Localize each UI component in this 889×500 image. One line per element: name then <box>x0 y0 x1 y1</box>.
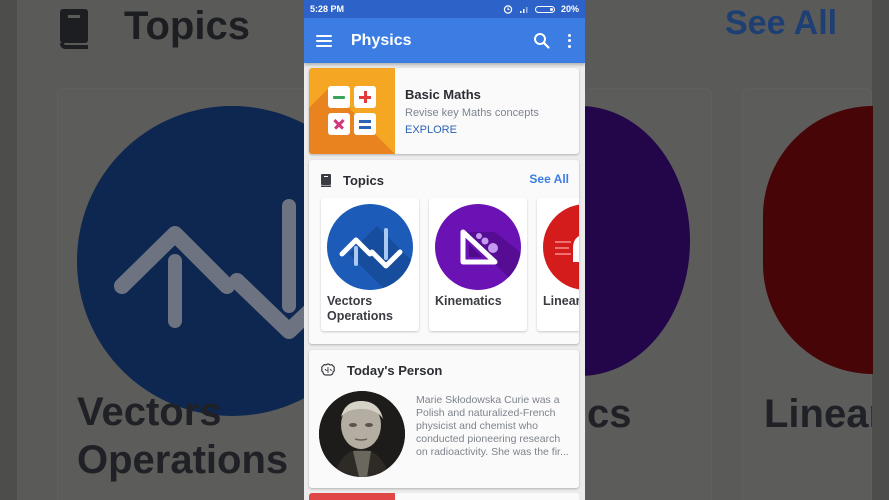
todays-person-header: Today's Person <box>309 350 579 378</box>
more-vert-icon[interactable] <box>567 33 571 48</box>
maths-card-body: Basic Maths Revise key Maths concepts EX… <box>395 68 539 154</box>
background-topic-line: Operations <box>77 438 289 482</box>
maths-illustration <box>309 68 395 154</box>
todays-person-card[interactable]: Today's Person Marie Skłodowska Curie wa… <box>309 350 579 488</box>
topic-label: Linear <box>543 294 579 308</box>
topic-card-linear[interactable]: Linear <box>537 198 579 331</box>
see-all-link[interactable]: See All <box>529 172 569 186</box>
background-strip <box>0 0 17 500</box>
background-topic-line: Vectors <box>77 390 222 434</box>
status-icons: 20% <box>503 4 579 14</box>
hamburger-menu-icon[interactable] <box>316 34 332 47</box>
topic-label: Kinematics <box>435 294 502 308</box>
alarm-icon <box>503 5 513 14</box>
minus-icon <box>328 86 350 108</box>
background-strip <box>872 0 889 500</box>
topics-header: Topics See All <box>309 160 579 188</box>
linear-motion-icon <box>543 204 579 290</box>
background-topic-label: Vectors Operations <box>77 388 288 484</box>
status-time: 5:28 PM <box>310 4 345 14</box>
maths-card-title: Basic Maths <box>405 87 481 102</box>
person-portrait[interactable] <box>319 391 405 477</box>
background-topics-title: Topics <box>124 4 250 48</box>
topic-label-line: Operations <box>327 309 393 323</box>
app-bar: Physics <box>304 18 585 63</box>
background-topic-label: Linear <box>764 392 872 436</box>
triangle-ruler-icon <box>435 204 521 290</box>
book-icon <box>321 174 331 187</box>
vectors-icon <box>327 204 413 290</box>
phone-screen: 5:28 PM 20% Physics Basic Maths Revise k… <box>304 0 585 500</box>
background-see-all: See All <box>725 4 838 42</box>
explore-button[interactable]: EXPLORE <box>405 124 539 136</box>
brain-icon <box>321 363 335 376</box>
topic-card-vectors-operations[interactable]: Vectors Operations <box>321 198 419 331</box>
signal-icon <box>519 7 528 13</box>
person-description: Marie Skłodowska Curie was a Polish and … <box>416 394 569 458</box>
maths-card-subtitle: Revise key Maths concepts <box>405 107 539 119</box>
topic-label: Vectors Operations <box>327 294 393 324</box>
plus-icon <box>354 86 376 108</box>
topics-title: Topics <box>343 173 384 188</box>
book-icon <box>60 9 88 49</box>
battery-level <box>549 7 553 11</box>
topic-label-line: Vectors <box>327 294 373 308</box>
topics-carousel[interactable]: Vectors Operations Kinematics Linear <box>321 198 579 331</box>
basic-maths-card[interactable]: Basic Maths Revise key Maths concepts EX… <box>309 68 579 154</box>
next-card-partial[interactable] <box>309 493 579 500</box>
screen: Topics See All Vectors Operations cs Lin… <box>0 0 889 500</box>
todays-person-title: Today's Person <box>347 362 443 378</box>
multiply-icon <box>328 113 350 135</box>
background-topic-label: cs <box>587 392 632 436</box>
status-bar: 5:28 PM 20% <box>304 0 585 18</box>
search-icon[interactable] <box>533 32 551 50</box>
battery-icon <box>534 5 555 13</box>
battery-percent: 20% <box>560 4 579 14</box>
equals-icon <box>354 113 376 135</box>
next-card-banner <box>309 493 395 500</box>
topics-card: Topics See All Vectors Operations Kinema… <box>309 160 579 344</box>
app-title: Physics <box>351 31 412 49</box>
topic-card-kinematics[interactable]: Kinematics <box>429 198 527 331</box>
